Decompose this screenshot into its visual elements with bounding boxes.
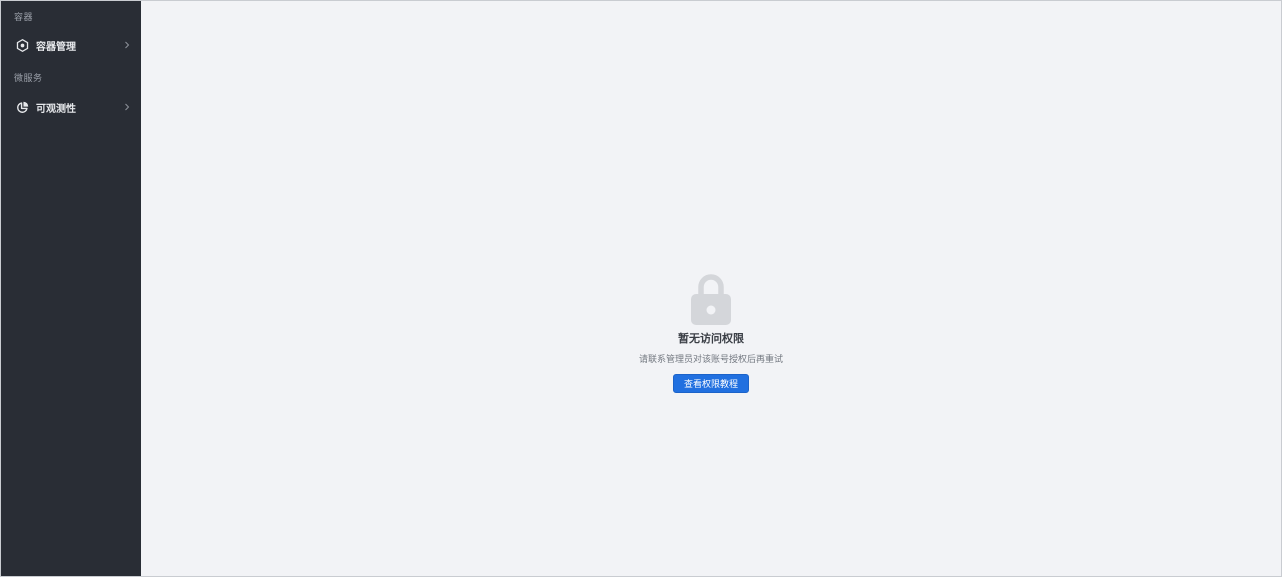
hexagon-gear-icon [15, 38, 29, 52]
empty-state-description: 请联系管理员对该账号授权后再重试 [638, 355, 783, 365]
main-content: 暂无访问权限 请联系管理员对该账号授权后再重试 查看权限教程 [141, 1, 1281, 576]
view-permission-tutorial-button[interactable]: 查看权限教程 [672, 374, 749, 393]
chevron-right-icon [122, 40, 132, 50]
sidebar-item-label: 容器管理 [36, 41, 76, 53]
sidebar-item-label: 可观测性 [36, 103, 76, 115]
sidebar-group-label-microservice: 微服务 [14, 74, 43, 84]
app-window: 容器 容器管理 微服务 可观测性 暂无访问权限 请联系管理员对该账号授权后再重试… [0, 0, 1282, 577]
chevron-right-icon [122, 102, 132, 112]
sidebar-item-observability[interactable]: 可观测性 [1, 93, 141, 121]
empty-state-title: 暂无访问权限 [678, 332, 744, 345]
pie-chart-icon [15, 100, 29, 114]
sidebar-group-label-container: 容器 [14, 13, 34, 23]
sidebar: 容器 容器管理 微服务 可观测性 [1, 1, 141, 576]
sidebar-item-container-management[interactable]: 容器管理 [1, 31, 141, 59]
no-permission-empty-state: 暂无访问权限 请联系管理员对该账号授权后再重试 查看权限教程 [141, 274, 1281, 393]
lock-icon [690, 274, 732, 326]
